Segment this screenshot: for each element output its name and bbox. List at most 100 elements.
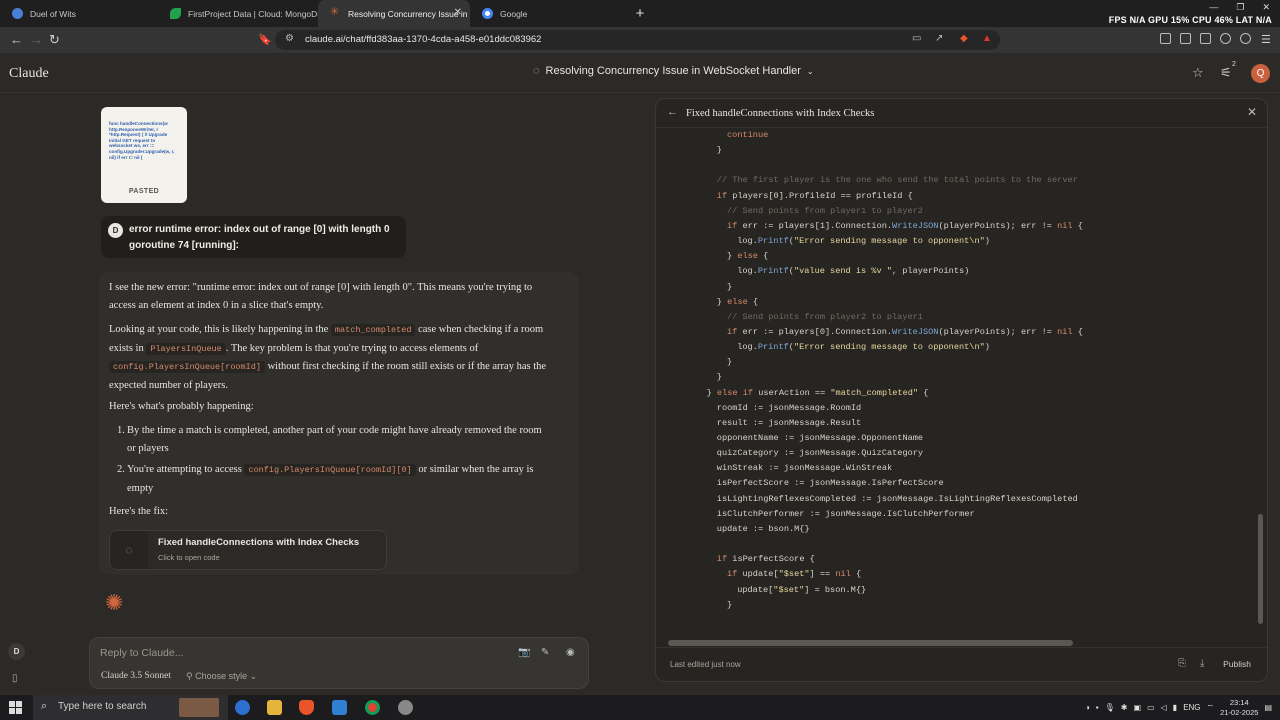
horizontal-scrollbar[interactable] [668, 640, 1073, 646]
user-avatar[interactable]: Q [1251, 64, 1270, 83]
conversation-title-button[interactable]: ◌ Resolving Concurrency Issue in WebSock… [533, 65, 814, 77]
code-view[interactable]: continue} // The first player is the one … [656, 128, 1254, 638]
brave-shield-icon[interactable]: ◆ [960, 33, 968, 44]
loading-spinner-icon: ◌ [110, 531, 148, 569]
star-icon[interactable]: ☆ [1192, 65, 1204, 81]
url-bar[interactable]: ⚙ claude.ai/chat/ffd383aa-1370-4cda-a458… [275, 30, 1000, 50]
camera-icon[interactable]: 📷 [518, 647, 530, 658]
url-text: claude.ai/chat/ffd383aa-1370-4cda-a458-e… [305, 34, 542, 45]
code-line: if isPerfectScore { [716, 554, 815, 565]
model-selector[interactable]: Claude 3.5 Sonnet [101, 671, 171, 681]
weather-widget-icon[interactable] [179, 698, 219, 717]
code-line: isPerfectScore := jsonMessage.IsPerfectS… [716, 478, 944, 489]
taskbar-search-input[interactable]: Type here to search [58, 701, 146, 712]
code-line: result := jsonMessage.Result [716, 417, 862, 428]
tab-google[interactable]: Google [470, 0, 628, 27]
tab-claude-active[interactable]: ✳ Resolving Concurrency Issue in ✕ [318, 0, 470, 27]
menu-icon[interactable]: ☰ [1261, 33, 1271, 46]
share-icon[interactable]: ↗ [935, 33, 943, 44]
tray-app-icon[interactable]: ◑ [1085, 703, 1090, 712]
file-explorer-icon[interactable] [267, 700, 282, 715]
chrome-icon[interactable] [365, 700, 380, 715]
volume-icon[interactable]: ◁ [1161, 703, 1167, 712]
tab-label: Duel of Wits [30, 8, 76, 19]
wifi-icon[interactable]: ⌔ [1207, 703, 1215, 713]
back-arrow-icon[interactable]: ← [667, 106, 678, 118]
brave-rewards-icon[interactable]: ▲ [982, 33, 992, 44]
back-arrow-icon[interactable]: ← [10, 32, 23, 47]
pasted-content-card[interactable]: func handleConnections(w http.ResponseWr… [101, 107, 187, 203]
inline-code: match_completed [330, 324, 416, 336]
attach-paperclip-icon[interactable]: ✎ [541, 647, 549, 658]
new-tab-button[interactable]: + [628, 0, 652, 27]
bookmark-icon[interactable]: 🔖 [258, 33, 272, 46]
sidebar-toggle-icon[interactable] [1180, 33, 1191, 44]
maximize-icon[interactable]: ❐ [1236, 2, 1244, 13]
tray-app-icon[interactable]: ▪ [1096, 703, 1099, 712]
cast-icon[interactable]: ▭ [912, 33, 921, 44]
artifact-panel-header: ← Fixed handleConnections with Index Che… [656, 99, 1267, 128]
brave-browser-icon[interactable] [299, 700, 314, 715]
clock[interactable]: 23:14 21-02-2025 [1220, 698, 1258, 718]
close-tab-icon[interactable]: ✕ [454, 7, 462, 18]
reply-input[interactable]: Reply to Claude... [100, 647, 183, 659]
copilot-icon[interactable] [235, 700, 250, 715]
settings-sliders-icon[interactable]: ⚟ [1220, 65, 1232, 81]
record-icon[interactable]: ◉ [566, 647, 575, 658]
code-line: } [716, 372, 722, 383]
code-line: update := bson.M{} [716, 523, 810, 534]
network-icon[interactable]: ▭ [1147, 703, 1155, 712]
minimize-icon[interactable]: — [1209, 2, 1218, 13]
vertical-scrollbar[interactable] [1258, 514, 1263, 624]
tab-mongodb[interactable]: FirstProject Data | Cloud: MongoDB [158, 0, 318, 27]
list-item: 1. By the time a match is completed, ano… [117, 422, 547, 457]
code-line: isClutchPerformer := jsonMessage.IsClutc… [716, 508, 975, 519]
reload-icon[interactable]: ↻ [49, 32, 60, 48]
code-line: log.Printf("Error sending message to opp… [737, 342, 990, 353]
vscode-icon[interactable] [332, 700, 347, 715]
google-g-icon [482, 8, 493, 19]
forward-arrow-icon[interactable]: → [30, 32, 43, 47]
list-item-text: You're attempting to access config.Playe… [117, 461, 547, 497]
code-line: winStreak := jsonMessage.WinStreak [716, 463, 893, 474]
artifact-card[interactable]: ◌ Fixed handleConnections with Index Che… [109, 530, 387, 570]
shield-icon[interactable] [1240, 33, 1251, 44]
download-icon[interactable]: ⤓ [1200, 658, 1204, 669]
inline-code: config.PlayersInQueue[roomId] [109, 361, 265, 373]
wallet-icon[interactable] [1200, 33, 1211, 44]
close-panel-icon[interactable]: ✕ [1247, 105, 1257, 119]
battery-icon[interactable]: ▮ [1173, 703, 1177, 712]
extensions-icon[interactable] [1160, 33, 1171, 44]
style-selector[interactable]: ⚲ Choose style ⌄ [186, 671, 257, 682]
app-header: Claude ◌ Resolving Concurrency Issue in … [0, 53, 1280, 93]
microphone-icon[interactable]: 🎙 [1105, 703, 1115, 712]
sidebar-toggle-icon[interactable]: ▯ [12, 673, 18, 684]
artifact-title: Fixed handleConnections with Index Check… [158, 537, 360, 548]
code-line: quizCategory := jsonMessage.QuizCategory [716, 448, 924, 459]
vpn-icon[interactable] [1220, 33, 1231, 44]
copy-icon[interactable]: ⎘ [1178, 658, 1186, 669]
site-info-icon[interactable]: ⚙ [285, 33, 294, 44]
code-line: if err := players[0].Connection.WriteJSO… [727, 326, 1083, 337]
language-indicator[interactable]: ENG [1183, 703, 1200, 712]
list-item-text: By the time a match is completed, anothe… [127, 425, 542, 454]
code-line: if err := players[1].Connection.WriteJSO… [727, 220, 1083, 231]
text-run: . The key problem is that you're trying … [225, 342, 479, 354]
code-line: roomId := jsonMessage.RoomId [716, 402, 862, 413]
close-window-icon[interactable]: ✕ [1262, 2, 1270, 13]
github-desktop-icon[interactable] [398, 700, 413, 715]
claude-spark-icon: ✳ [330, 6, 340, 18]
tray-app-icon[interactable]: ▣ [1134, 703, 1142, 712]
sidebar-user-avatar[interactable]: D [8, 643, 25, 660]
bluetooth-icon[interactable]: ✱ [1121, 703, 1128, 712]
artifact-panel-title: Fixed handleConnections with Index Check… [686, 108, 875, 119]
clock-date: 21-02-2025 [1220, 707, 1259, 717]
claude-logo[interactable]: Claude [9, 66, 49, 82]
code-line: } else { [727, 251, 769, 262]
notifications-icon[interactable]: ▤ [1264, 703, 1272, 712]
windows-start-icon[interactable] [9, 701, 22, 714]
last-edited-status: Last edited just now [670, 660, 741, 669]
reply-composer[interactable]: Reply to Claude... 📷 ✎ ◉ Claude 3.5 Sonn… [89, 637, 589, 689]
publish-button[interactable]: Publish [1223, 659, 1251, 669]
tab-duel-of-wits[interactable]: Duel of Wits [0, 0, 158, 27]
